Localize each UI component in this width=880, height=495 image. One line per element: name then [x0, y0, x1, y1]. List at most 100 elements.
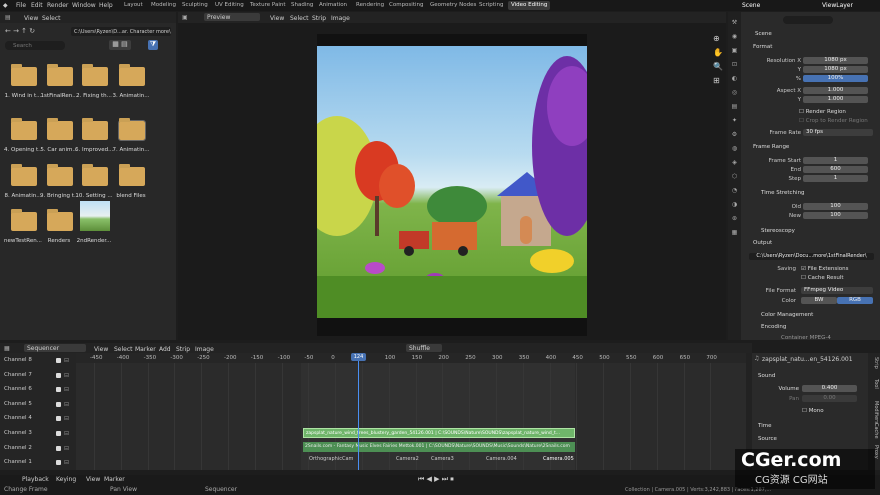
color-bw-button[interactable]: BW: [801, 297, 837, 304]
channel-mute-checkbox[interactable]: [56, 460, 61, 466]
channel-label[interactable]: Channel 2: [4, 445, 32, 451]
channel-lock-icon[interactable]: ⊟: [64, 386, 69, 393]
color-rgb-button[interactable]: RGB: [837, 297, 873, 304]
tab-rendering[interactable]: Rendering: [353, 1, 387, 10]
seq-menu-add[interactable]: Add: [159, 346, 171, 353]
tab-texture-paint[interactable]: Texture Paint: [247, 1, 289, 10]
folder-icon[interactable]: [119, 164, 145, 186]
channel-label[interactable]: Channel 8: [4, 357, 32, 363]
folder-icon[interactable]: [118, 118, 146, 141]
current-frame-indicator[interactable]: 124: [351, 353, 366, 361]
channel-mute-checkbox[interactable]: [56, 358, 61, 363]
time-stretching-section[interactable]: Time Stretching: [761, 190, 805, 196]
seq-menu-marker[interactable]: Marker: [135, 346, 156, 353]
output-path-field[interactable]: C:\Users\Ryzen\Docu...more\1stFinalRende…: [749, 253, 874, 260]
timeline-marker[interactable]: Camera.005: [543, 456, 574, 462]
time-section[interactable]: Time: [758, 423, 771, 429]
cache-checkbox[interactable]: ☐ Cache Result: [801, 275, 844, 281]
folder-icon[interactable]: [11, 64, 37, 86]
editor-type-icon[interactable]: ▤: [5, 14, 11, 21]
channel-mute-checkbox[interactable]: [56, 401, 61, 407]
menu-edit[interactable]: Edit: [31, 2, 43, 9]
preview-menu-image[interactable]: Image: [331, 15, 350, 22]
channel-lock-icon[interactable]: ⊟: [64, 430, 69, 437]
tab-geometry-nodes[interactable]: Geometry Nodes: [427, 1, 479, 10]
sound-strip-wind[interactable]: zapsplat_nature_wind_trees_blustery_gard…: [303, 428, 575, 438]
tab-shading[interactable]: Shading: [288, 1, 316, 10]
stereoscopy-section[interactable]: Stereoscopy: [761, 228, 795, 234]
tab-sculpting[interactable]: Sculpting: [179, 1, 211, 10]
frame-rate-select[interactable]: 30 fps: [803, 129, 873, 136]
playback-controls-icon[interactable]: ⏮ ◀ ▶ ⏭ ⏹: [418, 475, 454, 484]
menu-file[interactable]: File: [16, 2, 26, 9]
folder-icon[interactable]: [11, 164, 37, 186]
timeline-marker[interactable]: OrthographicCam: [309, 456, 353, 462]
new-field[interactable]: 100: [803, 212, 868, 219]
sound-section[interactable]: Sound: [758, 373, 775, 379]
sound-strip-music[interactable]: 2Snails.com - Fantasy Music Elves Fairie…: [303, 442, 575, 452]
search-input[interactable]: Search: [5, 41, 65, 50]
volume-field[interactable]: 0.400: [802, 385, 857, 392]
crop-checkbox[interactable]: ☐ Crop to Render Region: [799, 118, 868, 124]
frame-start-field[interactable]: 1: [803, 157, 868, 164]
strip-name-field[interactable]: zapsplat_natu...en_54126.001: [762, 356, 854, 363]
render-region-checkbox[interactable]: ☐ Render Region: [799, 109, 846, 115]
channel-label[interactable]: Channel 7: [4, 372, 32, 378]
encoding-section[interactable]: Encoding: [761, 324, 786, 330]
channel-label[interactable]: Channel 4: [4, 415, 32, 421]
folder-icon[interactable]: [82, 164, 108, 186]
viewport-nav-icons[interactable]: ⊕ ✋ 🔍 ⊞: [713, 32, 723, 88]
view-layer-selector[interactable]: ViewLayer: [822, 2, 853, 9]
seq-mode-select[interactable]: Sequencer: [24, 344, 86, 352]
seq-menu-image[interactable]: Image: [195, 346, 214, 353]
preview-editor-type-icon[interactable]: ▣: [182, 14, 188, 21]
channel-mute-checkbox[interactable]: [56, 372, 61, 378]
seq-menu-view[interactable]: View: [94, 346, 108, 353]
channel-mute-checkbox[interactable]: [56, 431, 61, 436]
output-section[interactable]: Output: [753, 240, 772, 246]
mono-checkbox[interactable]: ☐ Mono: [802, 408, 824, 414]
folder-icon[interactable]: [11, 118, 37, 140]
seq-editor-type-icon[interactable]: ▦: [4, 345, 10, 352]
channel-label[interactable]: Channel 5: [4, 401, 32, 407]
folder-icon[interactable]: [47, 64, 73, 86]
folder-icon[interactable]: [119, 64, 145, 86]
scene-selector[interactable]: Scene: [742, 2, 760, 9]
channel-lock-icon[interactable]: ⊟: [64, 415, 69, 422]
source-section[interactable]: Source: [758, 436, 777, 442]
folder-icon[interactable]: [11, 209, 37, 231]
tab-modeling[interactable]: Modeling: [148, 1, 179, 10]
format-section[interactable]: Format: [753, 44, 772, 50]
folder-icon[interactable]: [82, 118, 108, 140]
timeline-marker[interactable]: Camera.004: [486, 456, 517, 462]
seq-menu-select[interactable]: Select: [114, 346, 133, 353]
display-mode-icon[interactable]: ▦ ▤: [109, 40, 131, 50]
file-ext-checkbox[interactable]: ☑ File Extensions: [801, 266, 849, 272]
res-y-field[interactable]: 1080 px: [803, 66, 868, 73]
sidebar-tab[interactable]: Strip: [869, 357, 879, 377]
channel-mute-checkbox[interactable]: [56, 387, 61, 393]
menu-help[interactable]: Help: [99, 2, 113, 9]
timeline-marker[interactable]: Camera2: [396, 456, 419, 462]
channel-label[interactable]: Channel 3: [4, 430, 32, 436]
folder-icon[interactable]: [47, 164, 73, 186]
res-pct-field[interactable]: 100%: [803, 75, 868, 82]
tab-compositing[interactable]: Compositing: [386, 1, 426, 10]
tab-scripting[interactable]: Scripting: [476, 1, 506, 10]
sidebar-tab[interactable]: Tool: [869, 379, 879, 399]
preview-menu-select[interactable]: Select: [290, 15, 309, 22]
file-format-select[interactable]: FFmpeg Video: [801, 287, 873, 294]
tab-layout[interactable]: Layout: [121, 1, 146, 10]
frame-range-section[interactable]: Frame Range: [753, 144, 789, 150]
shuffle-select[interactable]: Shuffle: [406, 344, 442, 352]
channel-lock-icon[interactable]: ⊟: [64, 357, 69, 364]
playhead-line[interactable]: [358, 353, 359, 470]
sidebar-tab[interactable]: Cache: [869, 423, 879, 443]
menu-window[interactable]: Window: [72, 2, 96, 9]
sequencer-timeline[interactable]: -450-400-350-300-250-200-150-100-5005010…: [76, 353, 746, 470]
container-row[interactable]: Container MPEG-4: [781, 335, 831, 341]
sidebar-tab[interactable]: Modifiers: [869, 401, 879, 424]
properties-search-input[interactable]: [783, 16, 833, 24]
aspect-y-field[interactable]: 1.000: [803, 96, 868, 103]
channel-lock-icon[interactable]: ⊟: [64, 401, 69, 408]
